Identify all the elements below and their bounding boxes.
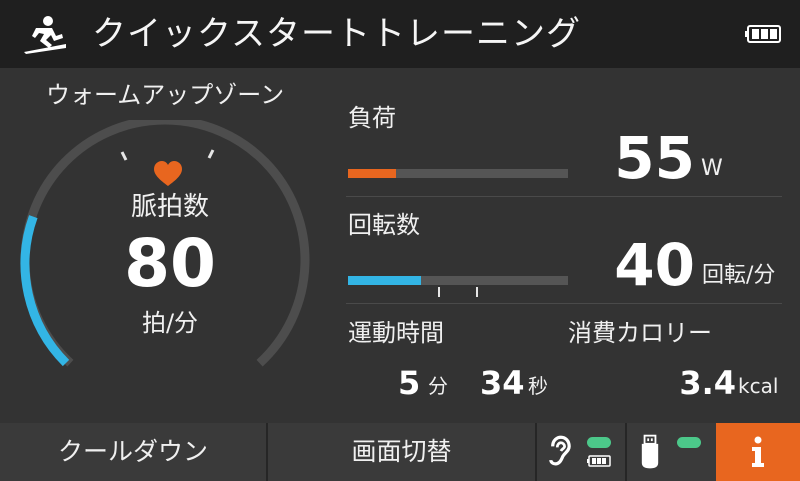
rpm-range-tick-high bbox=[476, 287, 478, 297]
rpm-range-tick-low bbox=[438, 287, 440, 297]
page-title: クイックスタートトレーニング bbox=[92, 14, 581, 54]
heart-rate-value: 80 bbox=[124, 225, 216, 302]
rpm-label: 回転数 bbox=[348, 211, 420, 239]
heart-rate-unit: 拍/分 bbox=[141, 309, 199, 337]
usb-status[interactable] bbox=[627, 423, 716, 481]
rpm-bar-fill bbox=[348, 276, 421, 285]
exercise-time-minutes-unit: 分 bbox=[428, 374, 448, 398]
rpm-value: 40 bbox=[614, 231, 695, 299]
battery-full-icon bbox=[745, 25, 781, 43]
divider bbox=[346, 196, 782, 197]
calories-value: 3.4 bbox=[679, 364, 736, 402]
info-button[interactable] bbox=[716, 423, 800, 481]
small-battery-icon bbox=[587, 455, 611, 467]
heart-icon bbox=[154, 161, 182, 186]
load-bar-fill bbox=[348, 169, 397, 178]
exercise-time-seconds-unit: 秒 bbox=[528, 374, 548, 398]
usb-connected-indicator bbox=[677, 437, 701, 448]
exercise-time-seconds: 34 bbox=[480, 364, 525, 402]
cycling-person-icon bbox=[24, 16, 66, 54]
divider bbox=[346, 303, 782, 304]
gauge-tick-right bbox=[207, 149, 215, 159]
ear-sensor-connected-indicator bbox=[587, 437, 611, 448]
rpm-unit: 回転/分 bbox=[702, 263, 776, 288]
rpm-bar-track bbox=[348, 276, 568, 285]
load-bar-track bbox=[348, 169, 568, 178]
cooldown-button[interactable]: クールダウン bbox=[0, 423, 266, 481]
calories-unit: kcal bbox=[738, 374, 779, 398]
info-icon bbox=[752, 436, 764, 467]
switch-screen-button[interactable]: 画面切替 bbox=[268, 423, 535, 481]
usb-drive-icon bbox=[641, 434, 659, 469]
ear-sensor-icon bbox=[549, 435, 571, 466]
load-unit: W bbox=[701, 156, 723, 181]
heart-rate-zone-label: ウォームアップゾーン bbox=[46, 81, 285, 109]
load-label: 負荷 bbox=[348, 104, 396, 132]
gauge-fill bbox=[20, 215, 70, 367]
exercise-time-minutes: 5 bbox=[398, 364, 421, 402]
load-value: 55 bbox=[614, 124, 695, 192]
gauge-tick-left bbox=[120, 151, 128, 161]
exercise-time-label: 運動時間 bbox=[348, 319, 444, 347]
footer-bar: クールダウン 画面切替 bbox=[0, 423, 800, 481]
header-bar: クイックスタートトレーニング bbox=[0, 0, 800, 68]
heart-rate-label: 脈拍数 bbox=[130, 192, 209, 222]
ear-sensor-status[interactable] bbox=[537, 423, 625, 481]
calories-label: 消費カロリー bbox=[568, 319, 712, 347]
